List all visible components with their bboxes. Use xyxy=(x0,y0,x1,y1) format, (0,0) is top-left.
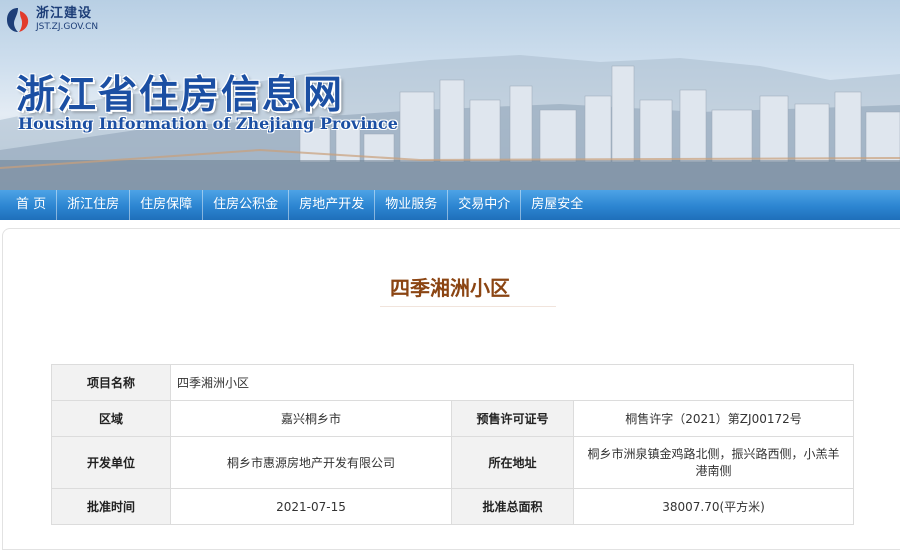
site-logo[interactable]: 浙江建设 JST.ZJ.GOV.CN xyxy=(6,6,98,33)
table-row: 批准时间 2021-07-15 批准总面积 38007.70(平方米) xyxy=(51,488,855,525)
approved-area-value: 38007.70(平方米) xyxy=(572,488,855,525)
presale-permit-value: 桐售许字（2021）第ZJ00172号 xyxy=(572,400,855,437)
developer-label: 开发单位 xyxy=(51,436,171,489)
project-info-table: 项目名称 四季湘洲小区 区域 嘉兴桐乡市 预售许可证号 桐售许字（2021）第Z… xyxy=(51,364,855,525)
nav-item-home[interactable]: 首 页 xyxy=(6,190,58,220)
project-name-value: 四季湘洲小区 xyxy=(169,364,855,401)
nav-item-property-service[interactable]: 物业服务 xyxy=(375,190,449,220)
address-value: 桐乡市洲泉镇金鸡路北侧，振兴路西侧，小羔羊港南侧 xyxy=(572,436,855,489)
header-banner: 浙江建设 JST.ZJ.GOV.CN 浙江省住房信息网 Housing Info… xyxy=(0,0,900,190)
approved-area-label: 批准总面积 xyxy=(451,488,574,525)
title-divider xyxy=(380,306,556,307)
address-label: 所在地址 xyxy=(451,436,574,489)
presale-permit-label: 预售许可证号 xyxy=(451,400,574,437)
site-title: 浙江省住房信息网 xyxy=(16,73,345,118)
logo-icon xyxy=(7,7,29,32)
main-nav: 首 页 浙江住房 住房保障 住房公积金 房地产开发 物业服务 交易中介 房屋安全 xyxy=(0,190,900,220)
logo-name: 浙江建设 xyxy=(36,6,93,21)
project-name-label: 项目名称 xyxy=(51,364,171,401)
approval-date-label: 批准时间 xyxy=(51,488,171,525)
nav-item-building-safety[interactable]: 房屋安全 xyxy=(521,190,593,220)
nav-item-housing-fund[interactable]: 住房公积金 xyxy=(203,190,290,220)
table-row: 项目名称 四季湘洲小区 xyxy=(51,364,855,401)
table-row: 开发单位 桐乡市惠源房地产开发有限公司 所在地址 桐乡市洲泉镇金鸡路北侧，振兴路… xyxy=(51,436,855,489)
nav-item-housing-security[interactable]: 住房保障 xyxy=(130,190,204,220)
nav-item-real-estate-development[interactable]: 房地产开发 xyxy=(289,190,376,220)
page: 浙江建设 JST.ZJ.GOV.CN 浙江省住房信息网 Housing Info… xyxy=(0,0,900,550)
site-title-english: Housing Information of Zhejiang Province xyxy=(18,114,398,133)
approval-date-value: 2021-07-15 xyxy=(170,488,452,525)
developer-value: 桐乡市惠源房地产开发有限公司 xyxy=(170,436,452,489)
nav-item-transaction-agency[interactable]: 交易中介 xyxy=(448,190,522,220)
region-value: 嘉兴桐乡市 xyxy=(170,400,452,437)
page-title: 四季湘洲小区 xyxy=(390,276,510,300)
logo-url: JST.ZJ.GOV.CN xyxy=(36,22,99,32)
region-label: 区域 xyxy=(51,400,171,437)
table-row: 区域 嘉兴桐乡市 预售许可证号 桐售许字（2021）第ZJ00172号 xyxy=(51,400,855,437)
nav-item-zhejiang-housing[interactable]: 浙江住房 xyxy=(57,190,131,220)
